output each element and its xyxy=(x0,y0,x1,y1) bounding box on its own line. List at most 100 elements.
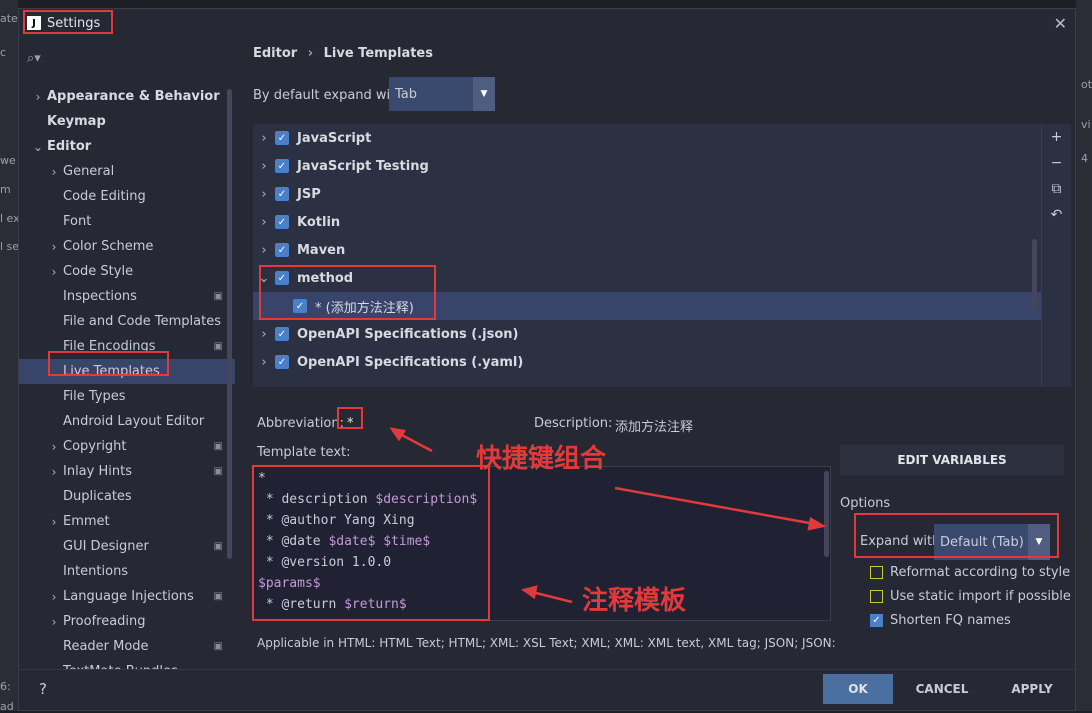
sidebar-item-color-scheme[interactable]: › Color Scheme xyxy=(19,234,235,259)
chevron-right-icon[interactable]: › xyxy=(253,327,275,342)
search-icon[interactable]: ⌕▾ xyxy=(27,51,41,66)
checkbox[interactable]: ✓ xyxy=(275,131,289,145)
cancel-button[interactable]: CANCEL xyxy=(907,674,977,704)
sidebar-item-android-layout-editor[interactable]: Android Layout Editor xyxy=(19,409,235,434)
template-label: OpenAPI Specifications (.json) xyxy=(297,326,519,342)
sidebar-item-label: Intentions xyxy=(63,564,129,579)
sidebar-item-inlay-hints[interactable]: › Inlay Hints ▣ xyxy=(19,459,235,484)
checkbox[interactable]: ✓ xyxy=(275,355,289,369)
edit-variables-button[interactable]: EDIT VARIABLES xyxy=(840,445,1064,475)
close-icon[interactable]: ✕ xyxy=(1054,14,1067,33)
default-expand-select[interactable]: Tab ▼ xyxy=(389,77,495,111)
breadcrumb-separator: › xyxy=(307,46,314,61)
chevron-right-icon[interactable]: › xyxy=(253,131,275,146)
template-group[interactable]: › ✓ OpenAPI Specifications (.json) xyxy=(253,320,1041,348)
background-fragment: l ex xyxy=(0,212,20,225)
list-scrollbar[interactable] xyxy=(1032,239,1037,309)
checkbox[interactable]: ✓ xyxy=(275,243,289,257)
chevron-down-icon: ⌄ xyxy=(32,139,44,154)
sidebar-item-reader-mode[interactable]: Reader Mode ▣ xyxy=(19,634,235,659)
template-label: JavaScript xyxy=(297,130,372,146)
remove-icon[interactable]: − xyxy=(1042,150,1071,176)
option-checkbox[interactable]: ✓ Shorten FQ names xyxy=(870,613,1011,628)
sidebar-scrollbar[interactable] xyxy=(227,89,232,559)
sidebar-item-keymap[interactable]: Keymap xyxy=(19,109,235,134)
highlight-title xyxy=(23,10,113,34)
checkbox[interactable]: ✓ xyxy=(275,187,289,201)
chevron-right-icon[interactable]: › xyxy=(253,215,275,230)
sidebar-item-code-editing[interactable]: Code Editing xyxy=(19,184,235,209)
ok-button[interactable]: OK xyxy=(823,674,893,704)
template-text-label: Template text: xyxy=(257,445,351,460)
sidebar-item-proofreading[interactable]: › Proofreading xyxy=(19,609,235,634)
template-label: JSP xyxy=(297,186,321,202)
checkbox[interactable] xyxy=(870,590,883,603)
template-group[interactable]: › ✓ JavaScript xyxy=(253,124,1041,152)
chevron-right-icon: › xyxy=(51,239,57,254)
description-field[interactable]: 添加方法注释 xyxy=(615,416,693,435)
copy-icon[interactable]: ⧉ xyxy=(1042,176,1071,202)
chevron-right-icon: › xyxy=(51,514,57,529)
abbreviation-label: Abbreviation: xyxy=(257,416,345,431)
template-group[interactable]: › ✓ JSP xyxy=(253,180,1041,208)
add-icon[interactable]: + xyxy=(1042,124,1071,150)
checkbox[interactable]: ✓ xyxy=(870,614,883,627)
sidebar-item-label: Code Style xyxy=(63,264,134,279)
sidebar-item-label: Android Layout Editor xyxy=(63,414,205,429)
settings-tree: › Appearance & Behavior Keymap ⌄ Editor › Gene… xyxy=(19,84,235,669)
sidebar-item-file-and-code-templates[interactable]: File and Code Templates xyxy=(19,309,235,334)
restore-icon[interactable]: ↶ xyxy=(1042,202,1071,228)
checkbox[interactable]: ✓ xyxy=(275,159,289,173)
breadcrumb: Editor › Live Templates xyxy=(253,46,433,61)
sidebar-item-intentions[interactable]: Intentions xyxy=(19,559,235,584)
sidebar-item-emmet[interactable]: › Emmet xyxy=(19,509,235,534)
chevron-right-icon[interactable]: › xyxy=(253,187,275,202)
sidebar-item-editor[interactable]: ⌄ Editor xyxy=(19,134,235,159)
chevron-right-icon: › xyxy=(51,464,57,479)
project-settings-icon: ▣ xyxy=(213,291,223,302)
breadcrumb-live-templates: Live Templates xyxy=(323,46,433,61)
chevron-right-icon[interactable]: › xyxy=(253,355,275,370)
annotation-template: 注释模板 xyxy=(582,586,687,616)
sidebar-item-textmate-bundles[interactable]: TextMate Bundles xyxy=(19,659,235,669)
checkbox[interactable] xyxy=(870,566,883,579)
sidebar-item-duplicates[interactable]: Duplicates xyxy=(19,484,235,509)
editor-scrollbar[interactable] xyxy=(824,471,829,557)
template-label: Kotlin xyxy=(297,214,341,230)
sidebar-item-label: Font xyxy=(63,214,92,229)
checkbox[interactable]: ✓ xyxy=(275,215,289,229)
description-label: Description: xyxy=(534,416,613,431)
option-checkbox[interactable]: Reformat according to style xyxy=(870,565,1070,580)
highlight-template-text xyxy=(252,465,490,621)
apply-button[interactable]: APPLY xyxy=(997,674,1067,704)
sidebar-item-inspections[interactable]: Inspections ▣ xyxy=(19,284,235,309)
checkbox[interactable]: ✓ xyxy=(275,327,289,341)
project-settings-icon: ▣ xyxy=(213,441,223,452)
sidebar-item-font[interactable]: Font xyxy=(19,209,235,234)
option-checkbox[interactable]: Use static import if possible xyxy=(870,589,1071,604)
help-icon[interactable]: ? xyxy=(39,680,47,698)
sidebar-item-gui-designer[interactable]: GUI Designer ▣ xyxy=(19,534,235,559)
chevron-right-icon[interactable]: › xyxy=(253,243,275,258)
template-group[interactable]: › ✓ OpenAPI Specifications (.yaml) xyxy=(253,348,1041,376)
applicable-contexts[interactable]: Applicable in HTML: HTML Text; HTML; XML… xyxy=(257,636,836,650)
highlight-live-templates xyxy=(48,351,169,376)
sidebar-item-label: Emmet xyxy=(63,514,110,529)
breadcrumb-editor[interactable]: Editor xyxy=(253,46,297,61)
sidebar-item-general[interactable]: › General xyxy=(19,159,235,184)
template-label: OpenAPI Specifications (.yaml) xyxy=(297,354,524,370)
sidebar-item-file-types[interactable]: File Types xyxy=(19,384,235,409)
chevron-down-icon: ▼ xyxy=(473,77,495,111)
sidebar-item-label: Language Injections xyxy=(63,589,194,604)
chevron-right-icon[interactable]: › xyxy=(253,159,275,174)
template-group[interactable]: › ✓ Maven xyxy=(253,236,1041,264)
template-group[interactable]: › ✓ JavaScript Testing xyxy=(253,152,1041,180)
sidebar-item-language-injections[interactable]: › Language Injections ▣ xyxy=(19,584,235,609)
sidebar-item-appearance-behavior[interactable]: › Appearance & Behavior xyxy=(19,84,235,109)
background-fragment: 6: xyxy=(0,680,11,693)
list-toolbar: + − ⧉ ↶ xyxy=(1041,124,1071,387)
sidebar-item-code-style[interactable]: › Code Style xyxy=(19,259,235,284)
sidebar-item-label: Inspections xyxy=(63,289,137,304)
template-group[interactable]: › ✓ Kotlin xyxy=(253,208,1041,236)
sidebar-item-copyright[interactable]: › Copyright ▣ xyxy=(19,434,235,459)
